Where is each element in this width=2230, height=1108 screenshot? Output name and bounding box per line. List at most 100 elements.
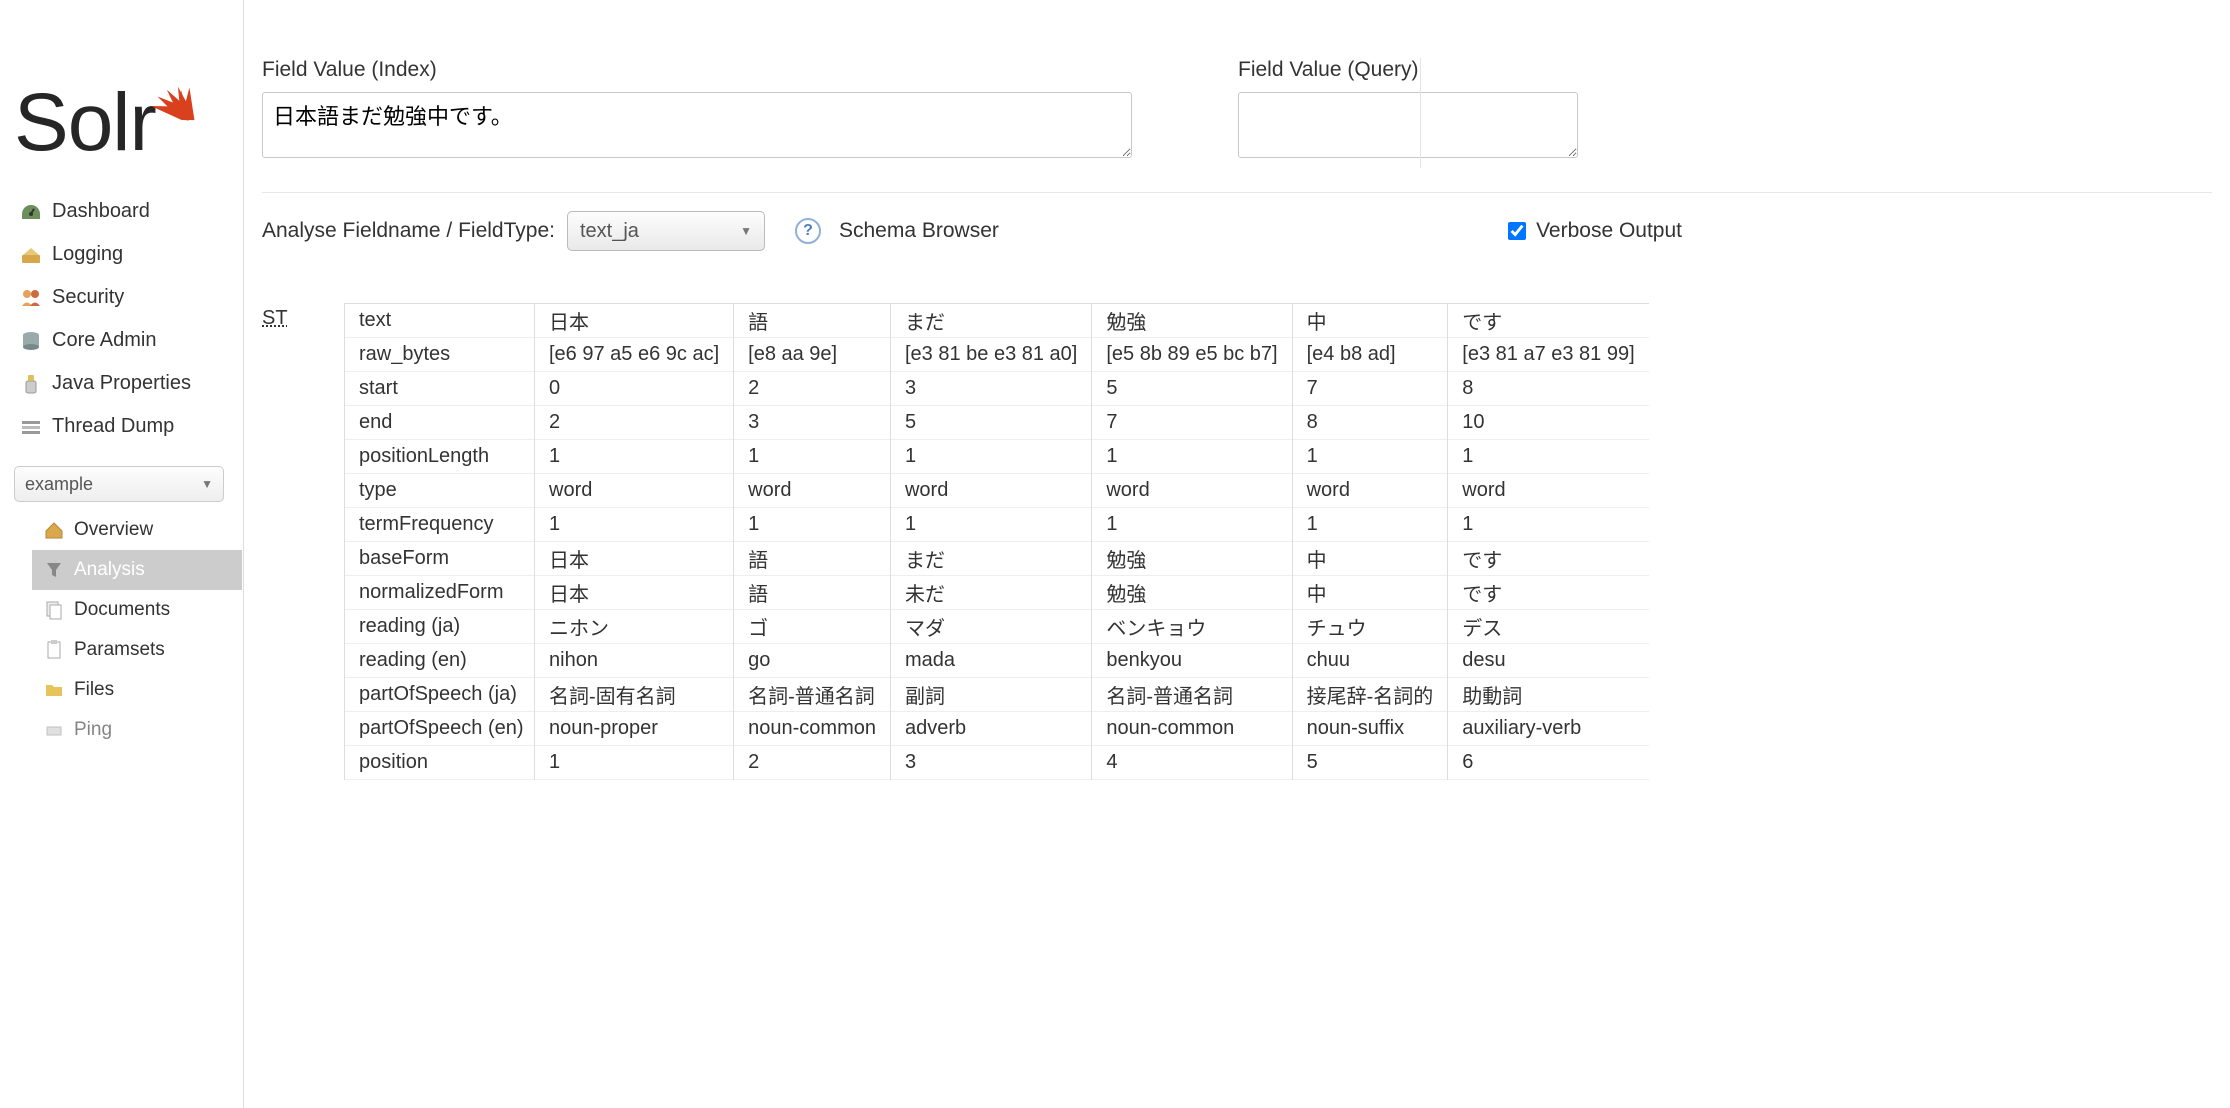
nav-core-admin[interactable]: Core Admin — [14, 319, 243, 362]
core-selected-label: example — [25, 474, 93, 495]
attr-label: baseForm — [345, 542, 534, 576]
token-cell-position: 2 — [734, 746, 890, 780]
token-cell-type: word — [891, 474, 1091, 508]
nav-list: Dashboard Logging Security Core Admin Ja… — [14, 190, 243, 448]
token-cell-reading_en: chuu — [1293, 644, 1448, 678]
token-cell-type: word — [1293, 474, 1448, 508]
subnav-ping[interactable]: Ping — [14, 710, 243, 750]
attr-label: raw_bytes — [345, 338, 534, 372]
token-cell-positionLength: 1 — [891, 440, 1091, 474]
attr-label: termFrequency — [345, 508, 534, 542]
token-cell-reading_ja: マダ — [891, 610, 1091, 644]
help-icon[interactable]: ? — [795, 218, 821, 244]
token-cell-termFrequency: 1 — [1092, 508, 1291, 542]
token-cell-pos_ja: 名詞-普通名詞 — [734, 678, 890, 712]
token-cell-baseForm: 中 — [1293, 542, 1448, 576]
nav-label: Logging — [52, 243, 123, 266]
main-content: Field Value (Index) Field Value (Query) … — [243, 0, 2230, 1108]
token-cell-text: 語 — [734, 304, 890, 338]
attr-label: start — [345, 372, 534, 406]
solr-logo[interactable]: Solr — [14, 50, 214, 170]
field-value-index-input[interactable] — [262, 92, 1132, 158]
token-cell-positionLength: 1 — [535, 440, 733, 474]
subnav-label: Paramsets — [74, 639, 165, 661]
token-cell-text: 勉強 — [1092, 304, 1291, 338]
attr-label: text — [345, 304, 534, 338]
token-cell-text: です — [1448, 304, 1648, 338]
token-cell-pos_en: adverb — [891, 712, 1091, 746]
subnav-paramsets[interactable]: Paramsets — [14, 630, 243, 670]
token-cell-baseForm: 語 — [734, 542, 890, 576]
subnav-label: Overview — [74, 519, 153, 541]
token-cell-raw_bytes: [e3 81 a7 e3 81 99] — [1448, 338, 1648, 372]
token-cell-pos_ja: 副詞 — [891, 678, 1091, 712]
token-cell-normalizedForm: 未だ — [891, 576, 1091, 610]
token-cell-baseForm: です — [1448, 542, 1648, 576]
core-selector[interactable]: example ▼ — [14, 466, 224, 502]
nav-logging[interactable]: Logging — [14, 233, 243, 276]
subnav-files[interactable]: Files — [14, 670, 243, 710]
token-cell-baseForm: 日本 — [535, 542, 733, 576]
token-cell-reading_ja: チュウ — [1293, 610, 1448, 644]
token-column: 中[e4 b8 ad]781word1中中チュウchuu接尾辞-名詞的noun-… — [1292, 303, 1448, 780]
nav-security[interactable]: Security — [14, 276, 243, 319]
token-cell-normalizedForm: 中 — [1293, 576, 1448, 610]
token-cell-raw_bytes: [e6 97 a5 e6 9c ac] — [535, 338, 733, 372]
subnav-documents[interactable]: Documents — [14, 590, 243, 630]
nav-label: Core Admin — [52, 329, 157, 352]
thread-dump-icon — [18, 416, 44, 438]
token-cell-end: 3 — [734, 406, 890, 440]
nav-thread-dump[interactable]: Thread Dump — [14, 405, 243, 448]
token-cell-start: 7 — [1293, 372, 1448, 406]
attr-label: normalizedForm — [345, 576, 534, 610]
nav-label: Dashboard — [52, 200, 150, 223]
token-cell-pos_en: noun-common — [1092, 712, 1291, 746]
token-cell-positionLength: 1 — [734, 440, 890, 474]
logging-icon — [18, 244, 44, 266]
field-value-query-input[interactable] — [1238, 92, 1578, 158]
attr-label: end — [345, 406, 534, 440]
token-cell-normalizedForm: です — [1448, 576, 1648, 610]
folder-icon — [42, 680, 66, 700]
token-cell-start: 2 — [734, 372, 890, 406]
analyse-fieldname-label: Analyse Fieldname / FieldType: — [262, 219, 555, 243]
token-column: 日本[e6 97 a5 e6 9c ac]021word1日本日本ニホンniho… — [534, 303, 733, 780]
subnav-analysis[interactable]: Analysis — [32, 550, 242, 590]
subnav-label: Documents — [74, 599, 170, 621]
token-cell-baseForm: 勉強 — [1092, 542, 1291, 576]
subnav-overview[interactable]: Overview — [14, 510, 243, 550]
token-cell-end: 5 — [891, 406, 1091, 440]
token-cell-termFrequency: 1 — [891, 508, 1091, 542]
token-cell-termFrequency: 1 — [1448, 508, 1648, 542]
token-cell-pos_en: noun-proper — [535, 712, 733, 746]
token-cell-position: 1 — [535, 746, 733, 780]
token-cell-reading_en: mada — [891, 644, 1091, 678]
token-cell-type: word — [535, 474, 733, 508]
logo-text: Solr — [14, 76, 156, 170]
subnav-label: Files — [74, 679, 114, 701]
token-cell-reading_ja: ニホン — [535, 610, 733, 644]
dashboard-icon — [18, 201, 44, 223]
attr-label: reading (en) — [345, 644, 534, 678]
token-cell-position: 3 — [891, 746, 1091, 780]
schema-browser-link[interactable]: Schema Browser — [839, 219, 999, 243]
token-cell-reading_ja: ゴ — [734, 610, 890, 644]
fieldtype-selector[interactable]: text_ja ▼ — [567, 211, 765, 251]
subnav-label: Analysis — [74, 559, 145, 581]
token-cell-text: 日本 — [535, 304, 733, 338]
token-cell-pos_ja: 名詞-普通名詞 — [1092, 678, 1291, 712]
token-cell-reading_en: benkyou — [1092, 644, 1291, 678]
token-cell-pos_ja: 接尾辞-名詞的 — [1293, 678, 1448, 712]
nav-dashboard[interactable]: Dashboard — [14, 190, 243, 233]
chevron-down-icon: ▼ — [740, 224, 752, 238]
token-cell-raw_bytes: [e5 8b 89 e5 bc b7] — [1092, 338, 1291, 372]
attr-label: partOfSpeech (en) — [345, 712, 534, 746]
verbose-output-checkbox[interactable] — [1508, 222, 1526, 240]
nav-java-properties[interactable]: Java Properties — [14, 362, 243, 405]
token-cell-reading_en: desu — [1448, 644, 1648, 678]
token-column: 勉強[e5 8b 89 e5 bc b7]571word1勉強勉強ベンキョウbe… — [1091, 303, 1291, 780]
attr-label: partOfSpeech (ja) — [345, 678, 534, 712]
token-cell-termFrequency: 1 — [535, 508, 733, 542]
chevron-down-icon: ▼ — [201, 477, 213, 491]
ping-icon — [42, 720, 66, 740]
